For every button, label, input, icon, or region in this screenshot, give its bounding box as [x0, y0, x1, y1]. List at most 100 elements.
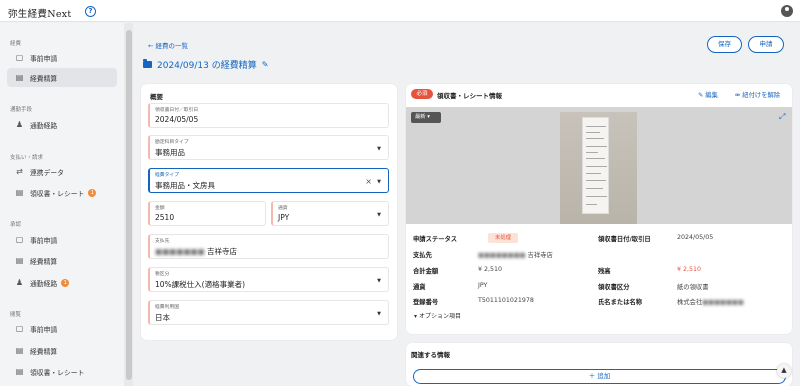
field-value: 2024/05/05 [155, 115, 199, 124]
sidebar-item-approval-commute[interactable]: ♟ 通勤経路 1 [7, 273, 117, 292]
scroll-top-icon[interactable]: ▲ [777, 364, 791, 378]
field-value: 事務用品 [155, 148, 185, 157]
sidebar-item-commute-route[interactable]: ♟ 通勤経路 [7, 115, 117, 134]
redacted-text: ■■■■■■■ [702, 299, 744, 306]
field-label: 金額 [155, 206, 165, 211]
sidebar-item-approval-pre-application[interactable]: ▢ 事前申請 [7, 230, 117, 249]
sidebar-item-label: 連携データ [30, 168, 64, 177]
sidebar-item-label: 領収書・レシート [30, 189, 85, 198]
caret-down-icon: ▾ [427, 114, 430, 120]
receipt-type-value: 紙の領収書 [677, 284, 709, 291]
balance-key: 残高 [598, 268, 611, 275]
clear-icon[interactable]: × [365, 177, 372, 186]
apply-button[interactable]: 申請 [748, 36, 784, 53]
expand-icon[interactable]: ⤢ [779, 112, 785, 122]
route-icon: ♟ [15, 278, 24, 287]
sidebar-item-label: 通勤経路 [30, 279, 58, 288]
country-select[interactable]: 経費利用国 日本 ▼ [148, 300, 389, 325]
scrollbar-thumb[interactable] [126, 30, 132, 380]
sidebar-item-approval-expense-report[interactable]: ▤ 経費精算 [7, 251, 117, 270]
receipt-paper-image [582, 117, 609, 214]
sidebar-item-browse-receipts[interactable]: ▤ 領収書・レシート [7, 362, 117, 381]
sidebar-item-label: 事前申請 [30, 236, 58, 245]
app-logo[interactable]: 弥生経費Next [8, 6, 72, 20]
related-title: 関連する情報 [411, 351, 450, 359]
receipt-date-field[interactable]: 領収書日付／取引日 2024/05/05 [148, 103, 389, 128]
field-label: 支払先 [155, 239, 170, 244]
caret-down-icon: ▼ [377, 311, 381, 317]
sidebar-item-browse-expense-report[interactable]: ▤ 経費精算 [7, 341, 117, 360]
tax-category-select[interactable]: 税区分 10%課税仕入(適格事業者) ▼ [148, 267, 389, 292]
payee-field[interactable]: 支払先 ■■■■■■■ 吉祥寺店 [148, 234, 389, 259]
currency-value: JPY [478, 282, 488, 289]
version-label: 最新 [415, 114, 426, 120]
sidebar-item-receipts[interactable]: ▤ 領収書・レシート 1 [7, 183, 117, 202]
page-title-text: 2024/09/13 の経費精算 [157, 61, 257, 71]
caret-down-icon: ▼ [377, 146, 381, 152]
unlink-link[interactable]: ⚮ 紐付けを解除 [735, 90, 780, 99]
receipt-icon: ▤ [15, 256, 24, 265]
options-toggle[interactable]: ▾ オプション項目 [414, 311, 461, 320]
receipt-icon: ▤ [15, 188, 24, 197]
field-value: 日本 [155, 313, 170, 322]
edit-link[interactable]: ✎ 編集 [698, 90, 718, 99]
field-label: 通貨 [278, 206, 288, 211]
registration-number-key: 登録番号 [413, 299, 439, 306]
back-link[interactable]: ← 経費の一覧 [148, 40, 188, 50]
status-badge: 未処理 [488, 233, 518, 243]
edit-label: 編集 [705, 92, 718, 99]
receipt-date-value: 2024/05/05 [677, 234, 714, 241]
sidebar-item-label: 事前申請 [30, 54, 58, 63]
field-value: ■■■■■■■ 吉祥寺店 [155, 246, 237, 257]
summary-title: 概要 [150, 93, 163, 101]
company-prefix: 株式会社 [677, 299, 703, 306]
page-title: 2024/09/13 の経費精算 ✎ [143, 58, 268, 71]
status-key: 申請ステータス [413, 236, 458, 243]
pencil-icon: ✎ [698, 92, 704, 99]
amount-field[interactable]: 金額 2510 [148, 201, 266, 226]
field-label: 領収書日付／取引日 [155, 108, 199, 113]
sidebar-section-expense: 経費 [10, 41, 22, 47]
avatar-icon[interactable] [781, 5, 793, 17]
sidebar-section-commute: 通勤手段 [10, 107, 33, 113]
pencil-icon[interactable]: ✎ [262, 60, 269, 69]
document-icon: ▢ [15, 235, 24, 244]
currency-select[interactable]: 通貨 JPY ▼ [271, 201, 389, 226]
field-value: 事務用品・文房具 [155, 181, 215, 190]
receipt-type-key: 領収書区分 [598, 284, 630, 291]
options-label: オプション項目 [418, 313, 461, 320]
sidebar-item-label: 領収書・レシート [30, 368, 85, 377]
sidebar-item-label: 経費精算 [30, 347, 58, 356]
caret-down-icon: ▾ [414, 313, 418, 320]
notification-badge: 1 [61, 278, 70, 287]
caret-down-icon: ▼ [377, 212, 381, 218]
payee-branch: 吉祥寺店 [527, 252, 553, 259]
sidebar-section-approval: 承認 [10, 222, 22, 228]
receipt-icon: ▤ [15, 346, 24, 355]
redacted-text: ■■■■■■■■ [478, 252, 526, 259]
sidebar-item-label: 通勤経路 [30, 121, 58, 130]
sidebar-item-label: 事前申請 [30, 325, 58, 334]
sidebar-item-expense-report[interactable]: ▤ 経費精算 [7, 68, 117, 87]
unlink-label: 紐付けを解除 [742, 92, 781, 99]
field-value: 2510 [155, 213, 175, 222]
category-select[interactable]: 経費タイプ 事務用品・文房具 × ▼ [148, 168, 389, 193]
receipt-date-key: 領収書日付/取引日 [598, 236, 651, 243]
payee-key: 支払先 [413, 252, 432, 259]
back-link-label: 経費の一覧 [155, 42, 189, 50]
add-button[interactable]: ＋ 追加 [413, 369, 786, 384]
total-value: ¥ 2,510 [478, 266, 503, 273]
version-dropdown[interactable]: 最新 ▾ [411, 112, 441, 123]
company-name-key: 氏名または名称 [598, 299, 643, 306]
unlink-icon: ⚮ [735, 92, 741, 99]
field-label: 税区分 [155, 272, 170, 277]
sidebar-item-browse-pre-application[interactable]: ▢ 事前申請 [7, 319, 117, 338]
route-icon: ♟ [15, 120, 24, 129]
help-icon[interactable]: ? [85, 6, 96, 17]
expense-type-select[interactable]: 勘定科目タイプ 事務用品 ▼ [148, 135, 389, 160]
caret-down-icon: ▼ [377, 278, 381, 284]
balance-value: ¥ 2,510 [677, 266, 702, 273]
save-button[interactable]: 保存 [707, 36, 742, 53]
sidebar-item-pre-application[interactable]: ▢ 事前申請 [7, 48, 117, 67]
sidebar-item-linked-data[interactable]: ⇄ 連携データ [7, 162, 117, 181]
